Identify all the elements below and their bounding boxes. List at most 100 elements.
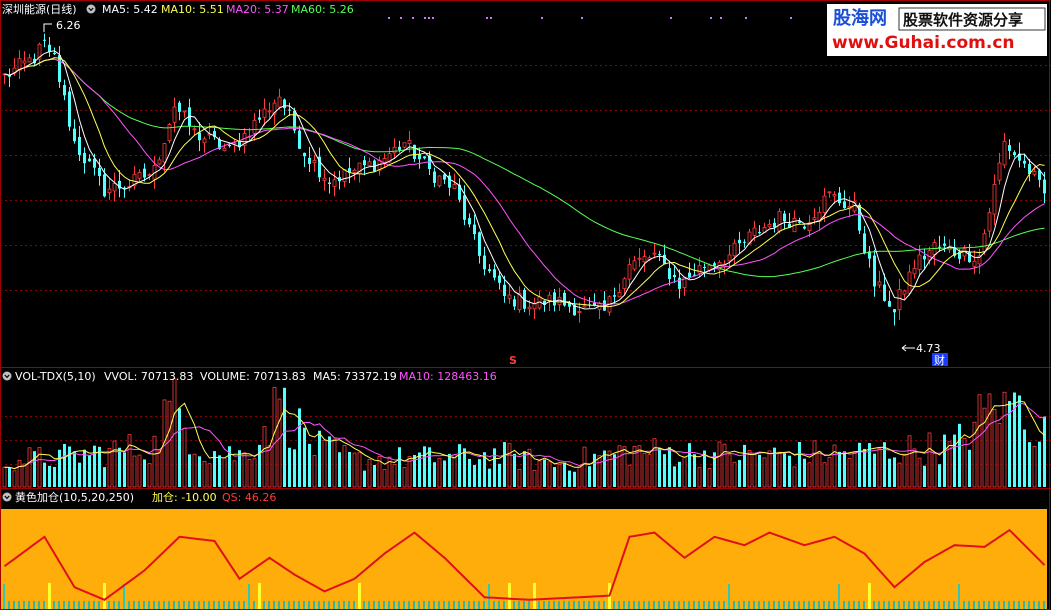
baseline-tick [333,601,335,609]
baseline-tick [788,601,790,609]
baseline-tick [73,601,75,609]
baseline-tick [353,601,355,609]
kline-chart-window: 深圳能源(日线) MA5: 5.42 MA10: 5.51 MA20: 5.37… [0,0,1051,610]
candle-body [88,158,91,162]
main-ma20-label: MA20: 5.37 [226,3,289,16]
candle-body [437,175,442,187]
volume-bar [503,442,506,487]
volume-bar [293,449,296,487]
baseline-tick [523,601,525,609]
signal-dot [670,17,672,19]
volume-bar [222,457,227,488]
volume-bar [27,447,32,488]
candle-body [783,213,786,222]
volume-ma10-label: MA10: 128463.16 [399,370,497,383]
volume-bar [652,438,657,488]
candle-body [713,263,716,266]
candle-body [468,218,471,225]
signal-dot [720,17,722,19]
candle-body [182,110,187,113]
candle-body [527,306,532,310]
stock-chart[interactable]: 深圳能源(日线) MA5: 5.42 MA10: 5.51 MA20: 5.37… [0,0,1051,610]
candle-body [162,143,167,163]
baseline-tick [378,601,380,609]
baseline-tick [963,601,965,609]
baseline-tick [93,601,95,609]
watermark-brand: 股海网 [832,7,887,29]
candle-body [222,147,227,152]
candle-body [577,311,582,313]
volume-bar [367,458,372,488]
candle-body [827,191,832,194]
volume-panel-header: VOL-TDX(5,10) VVOL: 70713.83 VOLUME: 707… [2,370,497,383]
candle-body [917,254,922,270]
volume-bar [207,463,212,488]
candle-body [107,188,112,193]
volume-bar [78,462,81,487]
candle-body [342,169,347,182]
volume-bar [198,456,201,487]
baseline-tick [923,601,925,609]
candle-body [83,152,86,164]
jiacang-bar [508,583,511,609]
candle-body [143,168,146,178]
candle-body [617,291,622,298]
baseline-tick [458,601,460,609]
candle-body [433,171,436,183]
volume-bar [182,427,187,488]
candle-body [402,142,407,148]
volume-bar [563,462,566,487]
volume-bar [747,449,752,488]
candle-body [407,140,412,144]
volume-bar [932,453,937,488]
candle-body [997,162,1002,181]
signal-bar [488,584,490,609]
baseline-tick [628,601,630,609]
baseline-tick [538,601,540,609]
volume-settings-icon[interactable] [2,371,12,381]
baseline-tick [138,601,140,609]
volume-bar [738,460,741,487]
volume-bar [697,467,702,488]
volume-ma5-label: MA5: 73372.19 [313,370,397,383]
baseline-tick [918,601,920,609]
candle-body [703,266,706,268]
jiacang-bar [258,583,261,609]
candle-body [888,301,891,307]
main-settings-icon[interactable] [86,4,96,14]
volume-bar [962,438,967,488]
baseline-tick [773,601,775,609]
baseline-tick [408,601,410,609]
candle-body [803,226,806,229]
volume-bar [418,452,421,487]
baseline-tick [53,601,55,609]
signal-bar [728,584,730,609]
ma10-line [4,57,1045,308]
candle-body [298,130,301,149]
volume-bar [178,408,181,487]
candle-body [172,106,177,123]
indicator-settings-icon[interactable] [2,492,12,502]
candle-body [452,184,457,189]
volume-bar [357,452,362,488]
candle-body [63,85,66,96]
volume-bar [582,446,587,488]
baseline-tick [13,601,15,609]
baseline-tick [528,601,530,609]
candle-body [1023,160,1026,164]
baseline-tick [553,601,555,609]
candle-body [418,154,421,160]
signal-dot [486,17,488,19]
candle-body [363,160,366,166]
candle-body [73,128,76,142]
candle-body [923,255,926,260]
volume-bar [713,452,716,487]
baseline-tick [143,601,145,609]
baseline-tick [978,601,980,609]
baseline-tick [823,601,825,609]
baseline-tick [703,601,705,609]
baseline-tick [428,601,430,609]
candle-body [503,284,506,296]
volume-title: VOL-TDX(5,10) [15,370,96,383]
candle-body [897,289,902,311]
